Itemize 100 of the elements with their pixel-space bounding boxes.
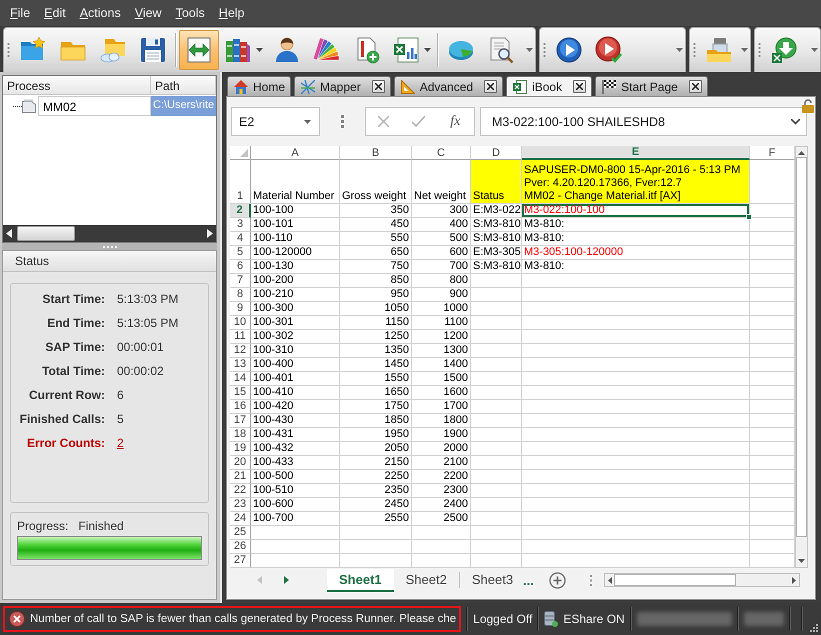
table-cell: 100-410 [251, 386, 340, 400]
sheet-tab[interactable]: Sheet1 [327, 568, 394, 592]
column-header[interactable]: Path [151, 76, 216, 95]
left-arrow-icon[interactable] [608, 576, 612, 584]
right-arrow-icon[interactable] [792, 576, 796, 584]
column-header[interactable]: F [750, 146, 795, 160]
table-cell: 1300 [412, 344, 471, 358]
row-header[interactable]: 26 [230, 540, 251, 554]
column-header[interactable]: B [340, 146, 412, 160]
menu-item[interactable]: File [3, 4, 38, 22]
row-header[interactable]: 24 [230, 512, 251, 526]
chevron-down-icon[interactable] [791, 118, 800, 124]
row-header[interactable]: 15 [230, 386, 251, 400]
row-header[interactable]: 14 [230, 372, 251, 386]
column-header[interactable]: D [471, 146, 522, 160]
table-cell: 1750 [340, 400, 412, 414]
row-header[interactable]: 9 [230, 302, 251, 316]
row-header[interactable]: 5 [230, 246, 251, 260]
grip-handle[interactable] [7, 42, 10, 58]
row-header[interactable]: 27 [230, 554, 251, 568]
row-header[interactable]: 1 [230, 160, 251, 204]
close-tab-button[interactable] [372, 80, 385, 93]
row-header[interactable]: 10 [230, 316, 251, 330]
tree-item[interactable]: MM02 [38, 96, 151, 116]
add-sheet-button[interactable] [548, 572, 566, 588]
column-header[interactable]: Process [3, 76, 151, 95]
row-header[interactable]: 21 [230, 470, 251, 484]
sheet-tab[interactable]: Sheet2 [394, 568, 459, 592]
scrollbar-thumb[interactable] [614, 574, 736, 586]
document-tab[interactable]: iBook [506, 76, 592, 96]
toolbar-button[interactable] [179, 30, 219, 70]
more-sheets-button[interactable]: ... [521, 572, 536, 588]
scrollbar-thumb[interactable] [796, 157, 807, 537]
menu-item[interactable]: Tools [168, 4, 212, 22]
row-header[interactable]: 7 [230, 274, 251, 288]
row-header[interactable]: 17 [230, 414, 251, 428]
table-cell: 950 [340, 288, 412, 302]
row-header[interactable]: 13 [230, 358, 251, 372]
grip-handle[interactable] [693, 42, 696, 58]
document-tab[interactable]: Home [227, 76, 292, 96]
padlock-icon[interactable] [802, 99, 814, 113]
row-header[interactable]: 22 [230, 484, 251, 498]
name-box[interactable]: E2 [231, 107, 320, 136]
error-count-link[interactable]: 2 [117, 436, 124, 450]
document-tab[interactable]: Mapper [294, 76, 391, 96]
row-header[interactable]: 12 [230, 344, 251, 358]
grip-handle[interactable] [758, 42, 761, 58]
close-tab-button[interactable] [573, 80, 586, 93]
row-header[interactable]: 20 [230, 456, 251, 470]
row-header[interactable]: 19 [230, 442, 251, 456]
row-header[interactable]: 6 [230, 260, 251, 274]
horizontal-scrollbar[interactable] [3, 225, 216, 242]
folder-cloud-icon [99, 36, 127, 64]
next-sheet-button[interactable] [284, 576, 289, 584]
column-header[interactable]: E [522, 146, 750, 160]
fill-handle[interactable] [746, 214, 752, 220]
grip-handle[interactable] [543, 42, 546, 58]
vertical-dots-icon[interactable] [590, 574, 592, 586]
splitter-handle[interactable] [2, 243, 217, 250]
checkered-flag-icon [602, 80, 616, 94]
resize-grip-icon[interactable] [809, 623, 818, 632]
close-icon [374, 83, 382, 90]
left-arrow-icon[interactable] [6, 229, 12, 238]
active-cell[interactable]: M3-022:100-100 [522, 204, 750, 218]
blurred-status-item [744, 612, 784, 626]
close-icon [487, 83, 494, 90]
row-header[interactable]: 18 [230, 428, 251, 442]
menu-item[interactable]: Edit [37, 4, 73, 22]
document-tab[interactable]: Start Page [595, 76, 708, 96]
close-tab-button[interactable] [484, 80, 498, 93]
menu-item[interactable]: View [128, 4, 169, 22]
table-cell: 500 [412, 232, 471, 246]
row-header[interactable]: 4 [230, 232, 251, 246]
row-header[interactable]: 16 [230, 400, 251, 414]
row-header[interactable]: 11 [230, 330, 251, 344]
caret-icon [811, 48, 818, 52]
close-icon [576, 83, 584, 90]
close-tab-button[interactable] [688, 80, 702, 93]
down-arrow-icon[interactable] [798, 559, 805, 563]
table-cell: M3-810: [522, 232, 750, 246]
right-arrow-icon[interactable] [207, 229, 213, 238]
field-label: Error Counts: [27, 436, 105, 450]
column-header[interactable]: C [412, 146, 471, 160]
menu-item[interactable]: Actions [72, 4, 128, 22]
row-header[interactable]: 2 [230, 204, 251, 218]
insert-function-button[interactable]: fx [448, 114, 462, 130]
scrollbar-thumb[interactable] [17, 226, 75, 241]
menu-item[interactable]: Help [212, 4, 252, 22]
row-header[interactable]: 8 [230, 288, 251, 302]
row-header[interactable]: 3 [230, 218, 251, 232]
document-tab[interactable]: Advanced [394, 76, 504, 96]
row-header[interactable]: 25 [230, 526, 251, 540]
row-header[interactable]: 23 [230, 498, 251, 512]
formula-input[interactable]: M3-022:100-100 SHAILESHD8 [480, 107, 807, 136]
up-arrow-icon[interactable] [798, 151, 805, 155]
horizontal-scrollbar[interactable] [604, 573, 800, 587]
column-header[interactable]: A [251, 146, 340, 160]
vertical-dots-icon[interactable] [341, 115, 344, 128]
table-cell: 2100 [412, 456, 471, 470]
vertical-scrollbar[interactable] [795, 146, 808, 568]
